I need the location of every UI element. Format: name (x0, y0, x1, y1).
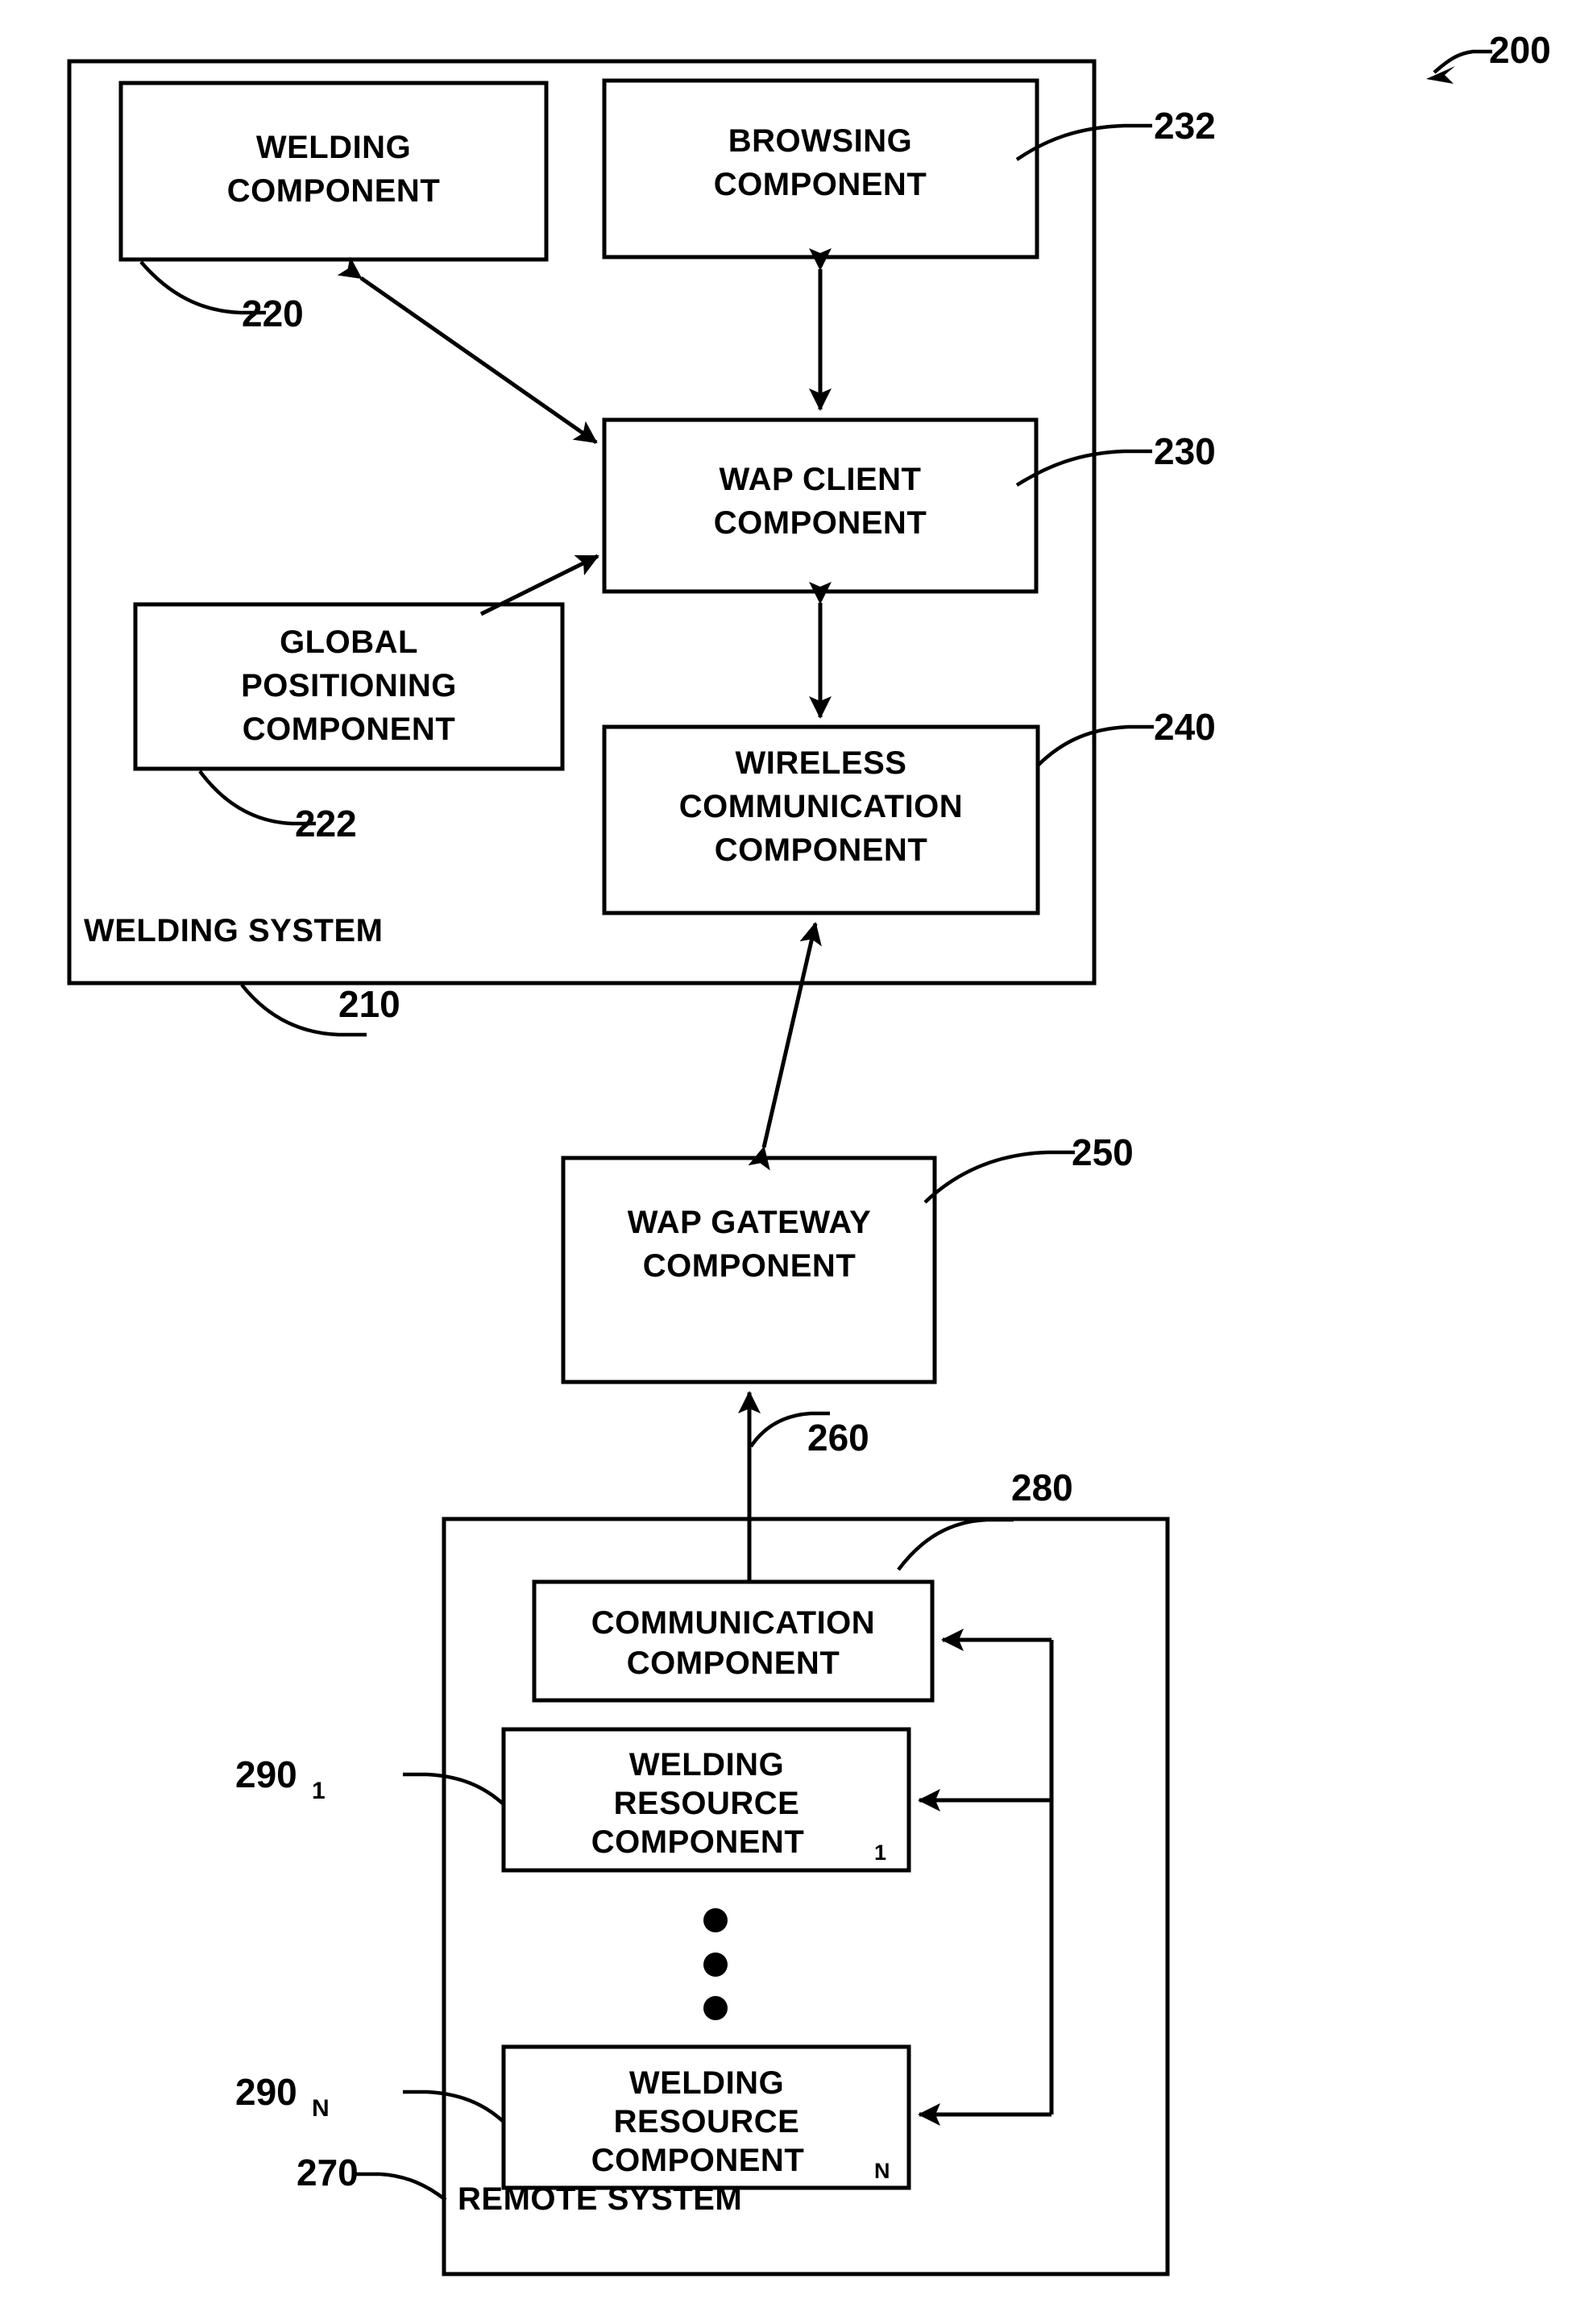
wireless-component-line-1: WIRELESS (736, 745, 907, 781)
welding-resource-n-line-3: COMPONENT (591, 2143, 805, 2178)
gps-component-line-2: POSITIONING (241, 668, 457, 703)
welding-resource-1-line-1: WELDING (629, 1747, 784, 1782)
welding-resource-n-subscript: N (874, 2159, 890, 2183)
wap-gateway-component-line-2: COMPONENT (643, 1248, 857, 1284)
ref-number-260: 260 (807, 1417, 869, 1459)
ref-number-232: 232 (1154, 105, 1216, 147)
browsing-component-line-1: BROWSING (728, 123, 912, 159)
ref-number-290-n-subscript: N (312, 2095, 330, 2122)
ref-number-200: 200 (1489, 29, 1551, 71)
wireless-component-line-3: COMPONENT (715, 832, 928, 868)
gps-component-line-3: COMPONENT (243, 712, 456, 747)
welding-resource-1-line-2: RESOURCE (614, 1786, 800, 1821)
patent-figure: WELDING SYSTEM 210 WELDING COMPONENT 220… (0, 0, 1572, 2324)
wap-client-component-line-1: WAP CLIENT (720, 462, 922, 497)
ref-number-230: 230 (1154, 430, 1216, 472)
ref-number-240: 240 (1154, 706, 1216, 748)
wap-gateway-component-line-1: WAP GATEWAY (628, 1205, 872, 1240)
ellipsis-dot-2 (703, 1953, 728, 1977)
ref-number-250: 250 (1072, 1131, 1134, 1173)
ref-number-222: 222 (295, 803, 357, 845)
ref-number-290-1: 290 (235, 1753, 297, 1795)
wap-client-component-line-2: COMPONENT (714, 505, 927, 541)
ellipsis-dot-3 (703, 1996, 728, 2020)
welding-system-label: WELDING SYSTEM (84, 913, 383, 948)
communication-component-line-2: COMPONENT (627, 1645, 840, 1681)
welding-component-line-1: WELDING (256, 130, 411, 165)
ref-number-290-n: 290 (235, 2071, 297, 2113)
ellipsis-dot-1 (703, 1908, 728, 1932)
welding-resource-n-line-2: RESOURCE (614, 2104, 800, 2139)
welding-resource-1-subscript: 1 (874, 1841, 886, 1865)
ref-number-270: 270 (297, 2152, 359, 2193)
welding-component-box (118, 81, 549, 262)
ref-number-210: 210 (338, 983, 400, 1025)
welding-resource-1-line-3: COMPONENT (591, 1824, 805, 1860)
browsing-component-line-2: COMPONENT (714, 167, 927, 202)
communication-component-box (532, 1579, 935, 1703)
wireless-component-line-2: COMMUNICATION (679, 789, 963, 824)
ref-number-290-1-subscript: 1 (312, 1778, 326, 1804)
vertical-ellipsis (703, 1908, 728, 2020)
ref-number-220: 220 (242, 293, 304, 334)
communication-component-line-1: COMMUNICATION (591, 1605, 875, 1641)
welding-component-line-2: COMPONENT (227, 173, 441, 209)
welding-resource-n-line-1: WELDING (629, 2065, 784, 2101)
gps-component-line-1: GLOBAL (280, 625, 418, 660)
ref-number-280: 280 (1011, 1467, 1073, 1509)
